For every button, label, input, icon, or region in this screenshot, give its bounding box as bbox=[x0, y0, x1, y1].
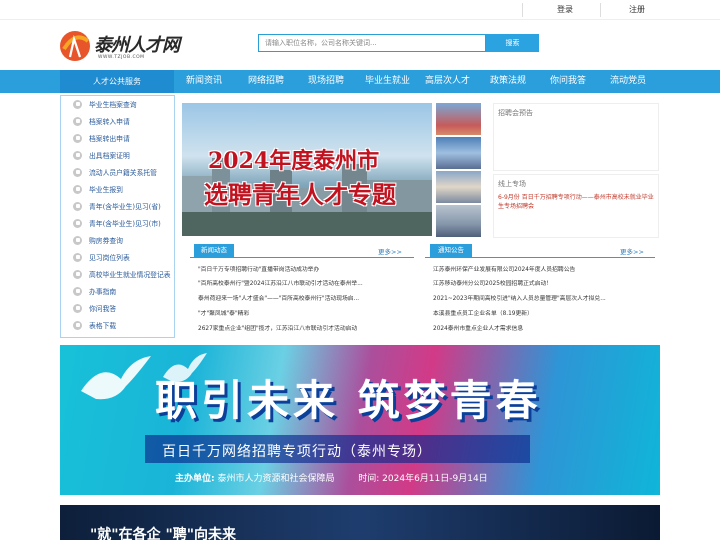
tab-notice[interactable]: 通知公告 bbox=[430, 244, 472, 257]
top-divider bbox=[522, 3, 523, 17]
news-item[interactable]: 2627家重点企业"组团"揽才，江苏沿江八市联动引才活动启动 bbox=[198, 323, 412, 332]
sidebar-item[interactable]: 档案转出申请 bbox=[73, 131, 130, 145]
sidebar-item[interactable]: 办事指南 bbox=[73, 284, 116, 298]
online-special-title: 线上专场 bbox=[498, 180, 526, 188]
sidebar-item[interactable]: 毕业生档案查询 bbox=[73, 97, 137, 111]
internship-icon bbox=[73, 201, 82, 211]
promo2-text: "就"在各企 "聘"向未来 bbox=[90, 527, 237, 540]
search-button[interactable]: 搜索 bbox=[486, 34, 539, 52]
form-icon bbox=[73, 269, 82, 279]
promo-subtitle: 百日千万网络招聘专项行动（泰州专场） bbox=[162, 444, 432, 460]
sidebar-item[interactable]: 青年(含毕业生)见习(市) bbox=[73, 216, 161, 230]
guide-icon bbox=[73, 286, 82, 296]
nav-item-graduate[interactable]: 毕业生就业 bbox=[365, 70, 410, 93]
login-link[interactable]: 登录 bbox=[557, 4, 573, 15]
sidebar-item[interactable]: 表格下载 bbox=[73, 318, 116, 332]
nav-item-news[interactable]: 新闻资讯 bbox=[186, 70, 222, 93]
notice-item[interactable]: 2021~2023年期间高校引进"纳入人员总量管理"高层次人才拟兑... bbox=[433, 293, 653, 302]
banner-city-scenery bbox=[182, 212, 432, 236]
main-banner[interactable]: 2024年度泰州市 选聘青年人才专题 bbox=[182, 103, 432, 236]
notice-item[interactable]: 江苏泰州环保产业发展有限公司2024年度人员招聘公告 bbox=[433, 264, 653, 273]
notice-item[interactable]: 江苏移动泰州分公司2025校园招聘正式启动！ bbox=[433, 278, 653, 287]
thumb-image-3[interactable] bbox=[436, 171, 481, 203]
banner-title-line2: 选聘青年人才专题 bbox=[204, 180, 396, 209]
job-fair-preview-title: 招聘会预告 bbox=[498, 109, 533, 117]
sidebar-item[interactable]: 毕业生报到 bbox=[73, 182, 123, 196]
online-special-link[interactable]: 6-9月份 百日千万招聘专项行动——泰州市高校未就业毕业生专场招聘会 bbox=[498, 193, 658, 211]
promo-banner[interactable]: 职引未来 筑梦青春 百日千万网络招聘专项行动（泰州专场） 主办单位: 泰州市人力… bbox=[60, 345, 660, 495]
transfer-out-icon bbox=[73, 133, 82, 143]
sidebar-item[interactable]: 高校毕业生就业情况登记表 bbox=[73, 267, 171, 281]
certificate-icon bbox=[73, 150, 82, 160]
promo-headline: 职引未来 筑梦青春 bbox=[155, 376, 542, 425]
thumb-image-2[interactable] bbox=[436, 137, 481, 169]
nav-item-party[interactable]: 流动党员 bbox=[610, 70, 646, 93]
dove-icon bbox=[81, 356, 151, 400]
nav-item-policy[interactable]: 政策法规 bbox=[490, 70, 526, 93]
thumb-image-1[interactable] bbox=[436, 103, 481, 135]
news-more-link[interactable]: 更多>> bbox=[378, 246, 402, 256]
news-panel: 新闻动态 更多>> "百日千万专项招聘行动"直播带岗活动成功举办 "百所高校泰州… bbox=[190, 241, 416, 335]
sidebar-item[interactable]: 青年(含毕业生)见习(省) bbox=[73, 199, 161, 213]
sidebar-item[interactable]: 见习岗位列表 bbox=[73, 250, 130, 264]
notice-panel: 通知公告 更多>> 江苏泰州环保产业发展有限公司2024年度人员招聘公告 江苏移… bbox=[425, 241, 657, 335]
top-divider bbox=[600, 3, 601, 17]
logo-url: WWW.TZJOB.COM bbox=[98, 55, 145, 60]
register-link[interactable]: 注册 bbox=[629, 4, 645, 15]
promo-banner-2[interactable]: "就"在各企 "聘"向未来 bbox=[60, 505, 660, 540]
news-item[interactable]: "才"聚凤城"泰"精彩 bbox=[198, 308, 412, 317]
tab-news[interactable]: 新闻动态 bbox=[194, 244, 234, 257]
job-fair-preview-box: 招聘会预告 bbox=[493, 103, 659, 171]
notice-more-link[interactable]: 更多>> bbox=[620, 246, 644, 256]
archive-icon bbox=[73, 99, 82, 109]
sidebar-item[interactable]: 出具档案证明 bbox=[73, 148, 130, 162]
news-item[interactable]: "百所高校泰州行"暨2024江苏沿江八市联动引才活动在泰州举... bbox=[198, 278, 412, 287]
sidebar-item[interactable]: 购房券查询 bbox=[73, 233, 123, 247]
promo-organizer: 主办单位: 泰州市人力资源和社会保障局 时间: 2024年6月11日-9月14日 bbox=[175, 471, 488, 484]
report-icon bbox=[73, 184, 82, 194]
promo-organizer-label: 主办单位: bbox=[175, 474, 215, 484]
site-logo[interactable]: 泰州人才网 WWW.TZJOB.COM bbox=[58, 25, 188, 65]
news-item[interactable]: 泰州荷迎来一场"人才盛会"——"百所高校泰州行"活动现场启... bbox=[198, 293, 412, 302]
nav-item-talent[interactable]: 高层次人才 bbox=[425, 70, 470, 93]
news-item[interactable]: "百日千万专项招聘行动"直播带岗活动成功举办 bbox=[198, 264, 412, 273]
notice-divider bbox=[425, 257, 655, 258]
search-input[interactable] bbox=[258, 34, 486, 52]
sidebar-item[interactable]: 档案转入申请 bbox=[73, 114, 130, 128]
news-divider bbox=[190, 257, 414, 258]
banner-title-line1: 2024年度泰州市 bbox=[208, 148, 380, 174]
promo-time-value: 2024年6月11日-9月14日 bbox=[382, 474, 488, 484]
notice-item[interactable]: 2024泰州市重点企业人才需求信息 bbox=[433, 323, 653, 332]
thumb-image-4[interactable] bbox=[436, 205, 481, 237]
online-special-box: 线上专场 6-9月份 百日千万招聘专项行动——泰州市高校未就业毕业生专场招聘会 bbox=[493, 174, 659, 238]
nav-public-service[interactable]: 人才公共服务 bbox=[60, 70, 174, 93]
internship-icon bbox=[73, 218, 82, 228]
question-icon bbox=[73, 303, 82, 313]
nav-item-onsite-recruit[interactable]: 现场招聘 bbox=[308, 70, 344, 93]
voucher-icon bbox=[73, 235, 82, 245]
list-icon bbox=[73, 252, 82, 262]
promo-time-label: 时间: bbox=[358, 474, 380, 484]
sidebar-item[interactable]: 流动人员户籍关系托管 bbox=[73, 165, 157, 179]
logo-text: 泰州人才网 bbox=[94, 35, 180, 56]
nav-item-qa[interactable]: 你问我答 bbox=[550, 70, 586, 93]
transfer-in-icon bbox=[73, 116, 82, 126]
nav-item-online-recruit[interactable]: 网络招聘 bbox=[248, 70, 284, 93]
notice-item[interactable]: 本溪县重点员工企业名单（8.19更新） bbox=[433, 308, 653, 317]
download-icon bbox=[73, 320, 82, 330]
logo-mark-icon bbox=[60, 31, 90, 61]
top-bar bbox=[0, 0, 720, 20]
sidebar-item[interactable]: 你问我答 bbox=[73, 301, 116, 315]
promo-organizer-value: 泰州市人力资源和社会保障局 bbox=[217, 474, 335, 484]
service-sidebar: 毕业生档案查询 档案转入申请 档案转出申请 出具档案证明 流动人员户籍关系托管 … bbox=[60, 95, 175, 338]
household-icon bbox=[73, 167, 82, 177]
